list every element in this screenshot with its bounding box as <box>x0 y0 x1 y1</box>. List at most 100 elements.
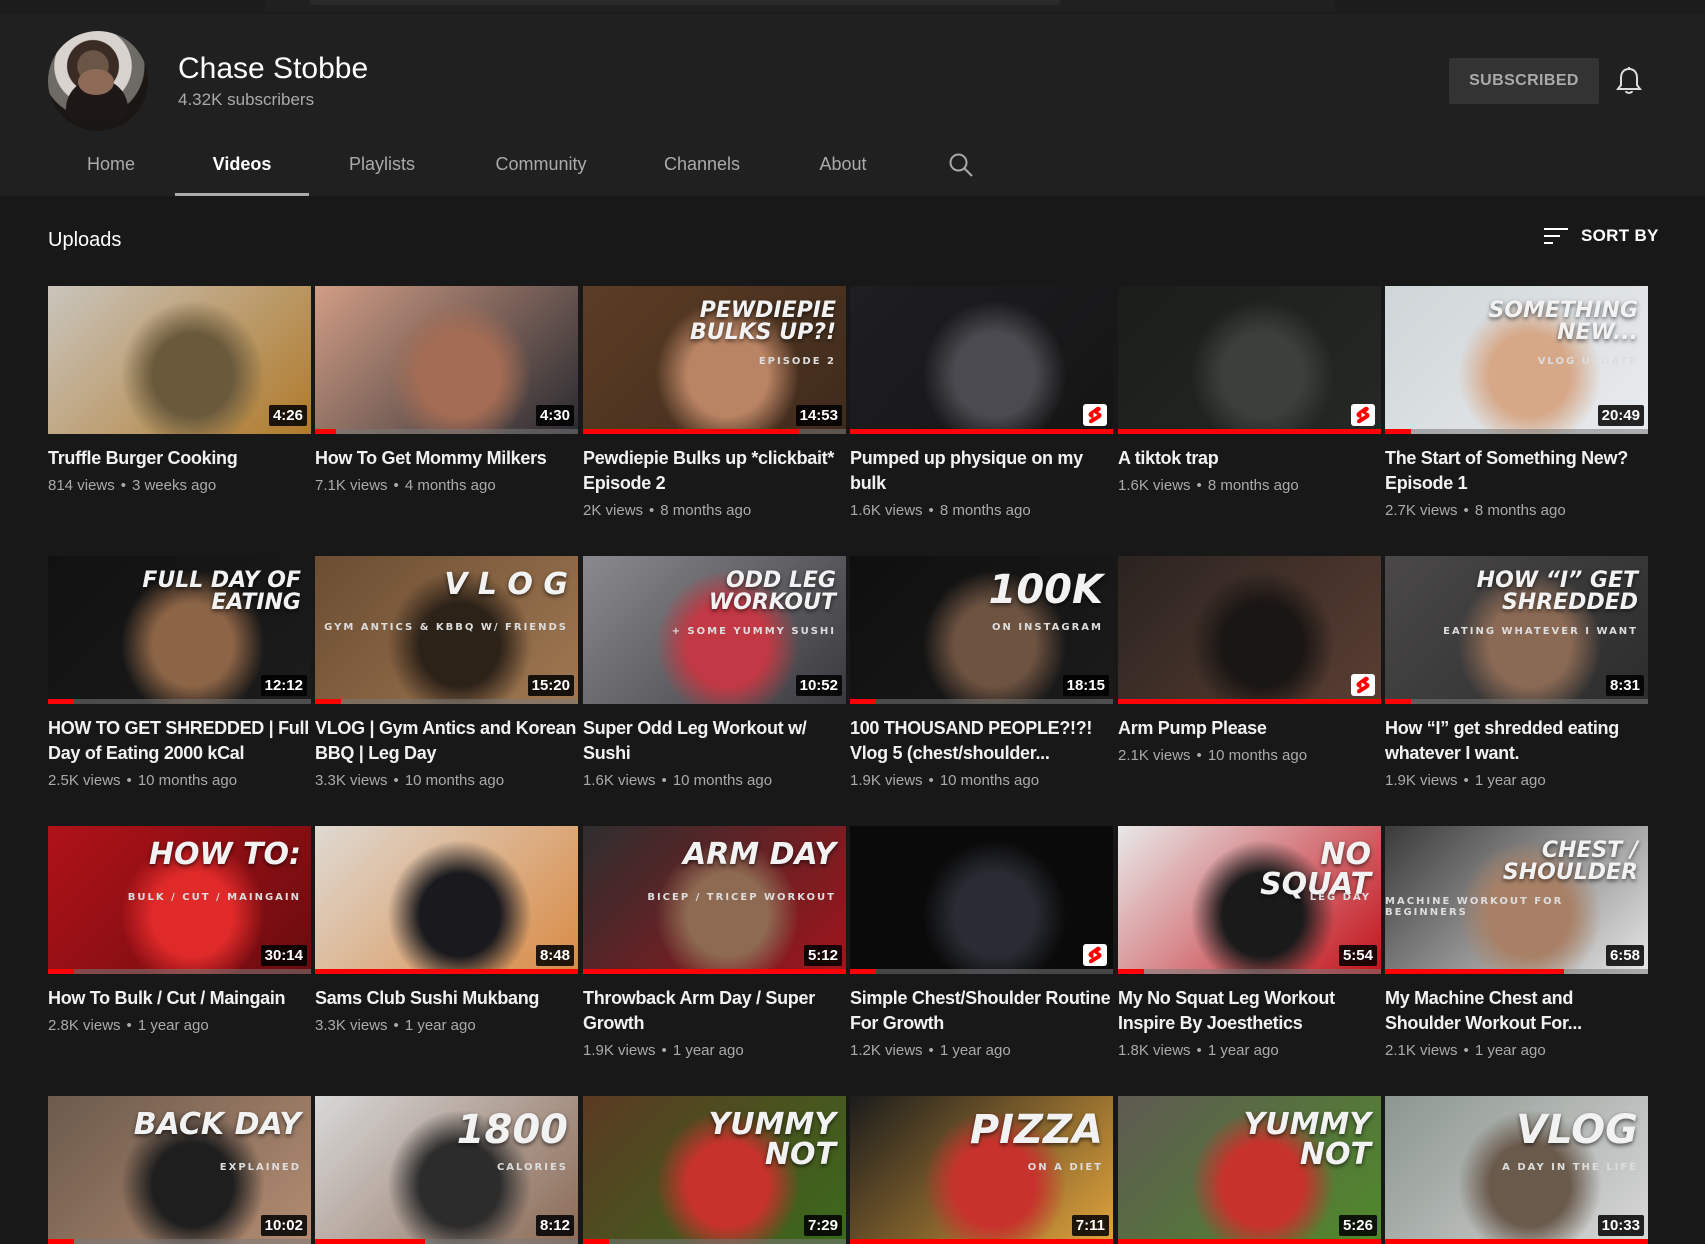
video-thumbnail[interactable]: 8:48 <box>315 826 578 974</box>
view-count: 2.1K views <box>1118 747 1191 764</box>
video-thumbnail[interactable] <box>1118 286 1381 434</box>
video-thumbnail[interactable]: HOW “I” GET SHREDDED EATING WHATEVER I WA… <box>1385 556 1648 704</box>
video-title[interactable]: Pewdiepie Bulks up *clickbait* Episode 2 <box>583 446 846 496</box>
video-thumbnail[interactable]: BACK DAY EXPLAINED 10:02 <box>48 1096 311 1244</box>
video-thumbnail[interactable]: 4:26 <box>48 286 311 434</box>
video-title[interactable]: Throwback Arm Day / Super Growth <box>583 986 846 1036</box>
video-title[interactable]: Truffle Burger Cooking <box>48 446 311 471</box>
tab-home[interactable]: Home <box>56 133 166 196</box>
video-title[interactable]: My Machine Chest and Shoulder Workout Fo… <box>1385 986 1648 1036</box>
video-title[interactable]: A tiktok trap <box>1118 446 1381 471</box>
video-thumbnail[interactable]: HOW TO: BULK / CUT / MAINGAIN 30:14 <box>48 826 311 974</box>
video-title[interactable]: 100 THOUSAND PEOPLE?!?! Vlog 5 (chest/sh… <box>850 716 1113 766</box>
tab-about[interactable]: About <box>793 133 893 196</box>
video-thumbnail[interactable]: YUMMY NOT 7:29 <box>583 1096 846 1244</box>
video-card[interactable]: 4:26 Truffle Burger Cooking 814 views • 3 we… <box>48 286 311 494</box>
video-card[interactable]: ODD LEG WORKOUT + SOME YUMMY SUSHI 10:52 Su… <box>583 556 846 789</box>
video-card[interactable]: Pumped up physique on my bulk 1.6K views •… <box>850 286 1113 519</box>
subscribed-button[interactable]: SUBSCRIBED <box>1449 58 1599 104</box>
video-thumbnail[interactable]: 1800 CALORIES 8:12 <box>315 1096 578 1244</box>
video-card[interactable]: SOMETHING NEW... VLOG UPDATE 20:49 The Star… <box>1385 286 1648 519</box>
video-duration: 5:54 <box>1338 945 1377 966</box>
thumbnail-subcaption: GYM ANTICS & KBBQ W/ FRIENDS <box>324 622 568 633</box>
video-title[interactable]: How “I” get shredded eating whatever I w… <box>1385 716 1648 766</box>
video-title[interactable]: VLOG | Gym Antics and Korean BBQ | Leg D… <box>315 716 578 766</box>
video-card[interactable]: HOW “I” GET SHREDDED EATING WHATEVER I WA… <box>1385 556 1648 789</box>
view-count: 814 views <box>48 477 115 494</box>
shorts-icon <box>1351 674 1375 696</box>
video-card[interactable]: NO SQUAT LEG DAY 5:54 My No Squat Leg Worko… <box>1118 826 1381 1059</box>
video-thumbnail[interactable]: ODD LEG WORKOUT + SOME YUMMY SUSHI 10:52 <box>583 556 846 704</box>
video-card[interactable]: YUMMY NOT 5:26 <box>1118 1096 1381 1244</box>
video-title[interactable]: Sams Club Sushi Mukbang <box>315 986 578 1011</box>
video-thumbnail[interactable]: YUMMY NOT 5:26 <box>1118 1096 1381 1244</box>
video-card[interactable]: 100K ON INSTAGRAM 18:15 100 THOUSAND PEOPLE… <box>850 556 1113 789</box>
video-card[interactable]: ARM DAY BICEP / TRICEP WORKOUT 5:12 Throwba… <box>583 826 846 1059</box>
video-card[interactable]: HOW TO: BULK / CUT / MAINGAIN 30:14 How To … <box>48 826 311 1034</box>
video-thumbnail[interactable]: VLOG A DAY IN THE LIFE 10:33 <box>1385 1096 1648 1244</box>
video-title[interactable]: How To Bulk / Cut / Maingain <box>48 986 311 1011</box>
video-card[interactable]: 8:48 Sams Club Sushi Mukbang 3.3K views • 1 … <box>315 826 578 1034</box>
video-card[interactable]: Simple Chest/Shoulder Routine For Growth… <box>850 826 1113 1059</box>
video-thumbnail[interactable]: PIZZA ON A DIET 7:11 <box>850 1096 1113 1244</box>
upload-age: 8 months ago <box>1474 502 1566 519</box>
tab-community[interactable]: Community <box>478 133 604 196</box>
watch-progress-track <box>583 1239 846 1244</box>
video-card[interactable]: V L O G GYM ANTICS & KBBQ W/ FRIENDS 15:20… <box>315 556 578 789</box>
channel-name: Chase Stobbe <box>178 52 369 85</box>
video-thumbnail[interactable]: FULL DAY OF EATING 12:12 <box>48 556 311 704</box>
watch-progress-bar <box>1385 699 1412 704</box>
view-count: 2.1K views <box>1385 1042 1458 1059</box>
video-title[interactable]: Simple Chest/Shoulder Routine For Growth <box>850 986 1113 1036</box>
video-card[interactable]: PIZZA ON A DIET 7:11 <box>850 1096 1113 1244</box>
video-card[interactable]: A tiktok trap 1.6K views • 8 months ago <box>1118 286 1381 494</box>
subscriber-count: 4.32K subscribers <box>178 90 315 109</box>
channel-avatar[interactable] <box>48 31 148 131</box>
video-card[interactable]: CHEST / SHOULDER MACHINE WORKOUT FOR BEGI… <box>1385 826 1648 1059</box>
video-title[interactable]: My No Squat Leg Workout Inspire By Joest… <box>1118 986 1381 1036</box>
video-title[interactable]: How To Get Mommy Milkers <box>315 446 578 471</box>
video-thumbnail[interactable] <box>850 286 1113 434</box>
video-card[interactable]: PEWDIEPIE BULKS UP?! EPISODE 2 14:53 Pewdie… <box>583 286 846 519</box>
video-card[interactable]: VLOG A DAY IN THE LIFE 10:33 <box>1385 1096 1648 1244</box>
video-thumbnail[interactable]: CHEST / SHOULDER MACHINE WORKOUT FOR BEGI… <box>1385 826 1648 974</box>
sort-by-button[interactable]: SORT BY <box>1543 226 1659 246</box>
meta-separator: • <box>928 502 934 519</box>
video-thumbnail[interactable]: PEWDIEPIE BULKS UP?! EPISODE 2 14:53 <box>583 286 846 434</box>
video-title[interactable]: HOW TO GET SHREDDED | Full Day of Eating… <box>48 716 311 766</box>
bell-icon[interactable] <box>1616 66 1642 96</box>
thumbnail-caption: CHEST / SHOULDER <box>1502 838 1638 885</box>
tab-videos[interactable]: Videos <box>175 133 309 196</box>
video-title[interactable]: The Start of Something New? Episode 1 <box>1385 446 1648 496</box>
video-thumbnail[interactable]: ARM DAY BICEP / TRICEP WORKOUT 5:12 <box>583 826 846 974</box>
video-title[interactable]: Arm Pump Please <box>1118 716 1381 741</box>
video-thumbnail[interactable] <box>850 826 1113 974</box>
video-metadata: 1.6K views • 8 months ago <box>850 502 1113 519</box>
video-thumbnail[interactable]: SOMETHING NEW... VLOG UPDATE 20:49 <box>1385 286 1648 434</box>
view-count: 7.1K views <box>315 477 388 494</box>
video-title[interactable]: Pumped up physique on my bulk <box>850 446 1113 496</box>
video-thumbnail[interactable]: V L O G GYM ANTICS & KBBQ W/ FRIENDS 15:20 <box>315 556 578 704</box>
watch-progress-bar <box>48 699 75 704</box>
watch-progress-bar <box>315 699 342 704</box>
watch-progress-track <box>1385 429 1648 434</box>
tab-playlists[interactable]: Playlists <box>320 133 444 196</box>
meta-separator: • <box>1196 477 1202 494</box>
video-thumbnail[interactable]: 100K ON INSTAGRAM 18:15 <box>850 556 1113 704</box>
watch-progress-bar <box>315 969 578 974</box>
tab-channels[interactable]: Channels <box>643 133 761 196</box>
video-title[interactable]: Super Odd Leg Workout w/ Sushi <box>583 716 846 766</box>
video-card[interactable]: Arm Pump Please 2.1K views • 10 months ago <box>1118 556 1381 764</box>
video-card[interactable]: FULL DAY OF EATING 12:12 HOW TO GET SHREDD… <box>48 556 311 789</box>
video-card[interactable]: 1800 CALORIES 8:12 <box>315 1096 578 1244</box>
channel-search-icon[interactable] <box>948 152 974 178</box>
thumbnail-subcaption: BICEP / TRICEP WORKOUT <box>647 892 836 903</box>
upload-age: 10 months ago <box>672 772 773 789</box>
video-thumbnail[interactable]: NO SQUAT LEG DAY 5:54 <box>1118 826 1381 974</box>
video-thumbnail[interactable]: 4:30 <box>315 286 578 434</box>
video-card[interactable]: BACK DAY EXPLAINED 10:02 <box>48 1096 311 1244</box>
video-thumbnail[interactable] <box>1118 556 1381 704</box>
video-card[interactable]: 4:30 How To Get Mommy Milkers 7.1K views • 4… <box>315 286 578 494</box>
video-card[interactable]: YUMMY NOT 7:29 <box>583 1096 846 1244</box>
watch-progress-bar <box>1118 429 1381 434</box>
